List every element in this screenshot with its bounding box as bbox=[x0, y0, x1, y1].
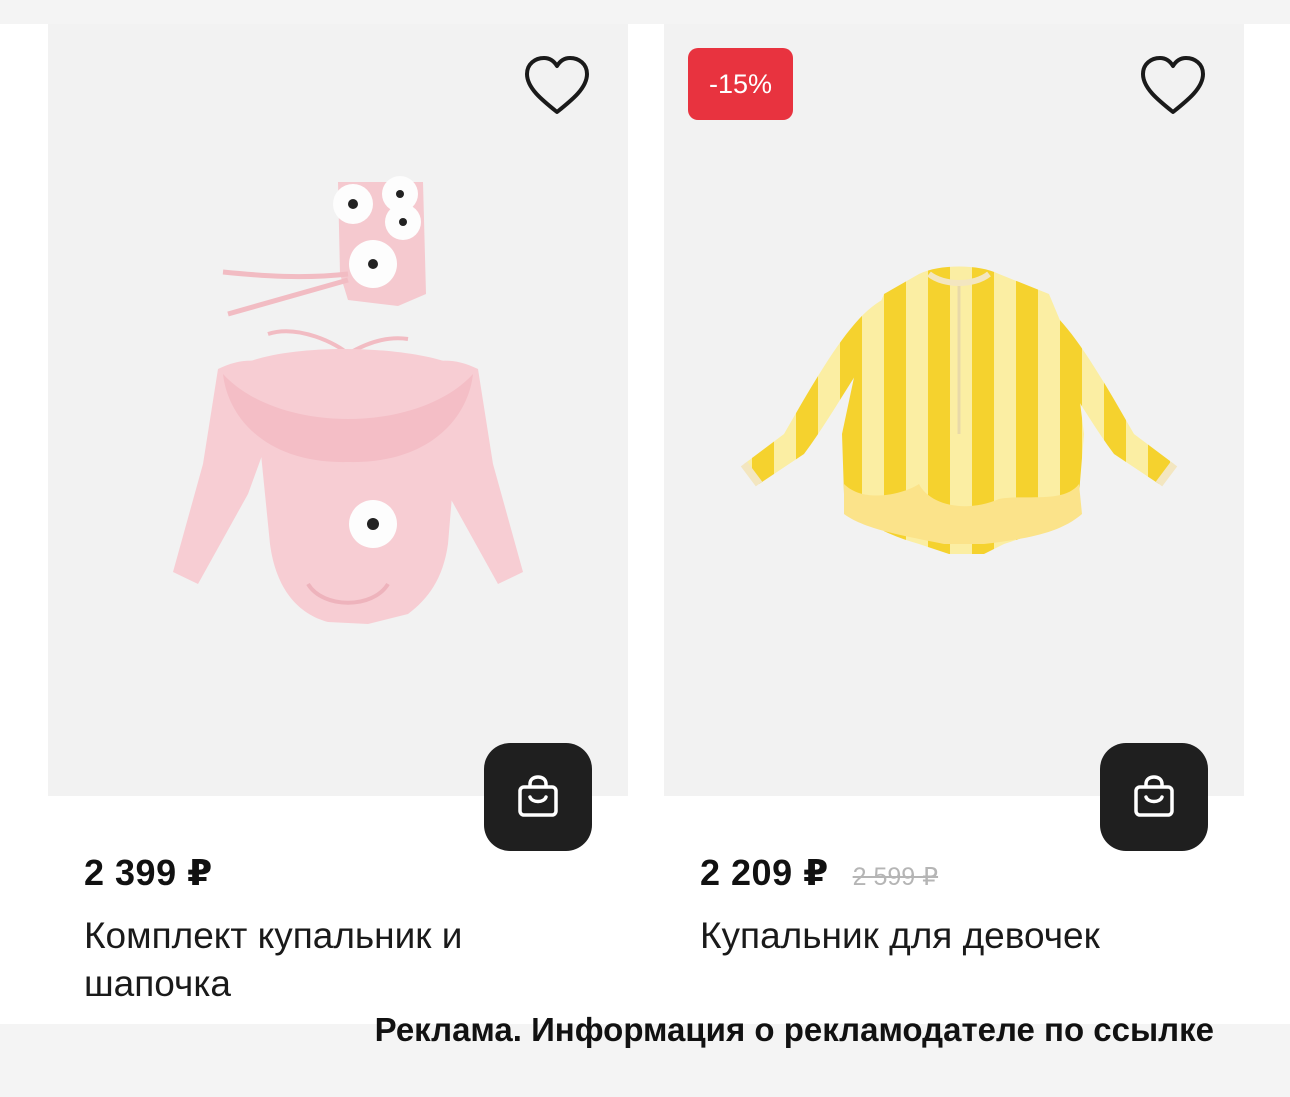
add-to-cart-button[interactable] bbox=[484, 743, 592, 851]
product-title[interactable]: Комплект купальник и шапочка bbox=[84, 912, 604, 1008]
heart-outline-icon bbox=[1141, 56, 1205, 114]
product-grid-screen: 2 399 ₽ Комплект купальник и шапочка -15… bbox=[0, 0, 1290, 1097]
favorite-button[interactable] bbox=[1138, 54, 1208, 118]
product-price: 2 399 ₽ bbox=[84, 852, 213, 893]
top-divider bbox=[0, 0, 1290, 24]
old-price: 2 599 ₽ bbox=[852, 863, 939, 891]
shopping-bag-icon bbox=[518, 775, 558, 817]
ad-disclaimer-link[interactable]: Реклама. Информация о рекламодателе по с… bbox=[375, 1011, 1214, 1049]
product-price: 2 209 ₽ bbox=[700, 852, 829, 893]
product-image-swim-set[interactable] bbox=[48, 24, 628, 796]
yellow-striped-swimsuit-image bbox=[740, 266, 1178, 554]
product-card-swimsuit[interactable]: -15% 2 209 ₽ 2 599 ₽ Купальник для девоч… bbox=[664, 24, 1244, 1024]
product-title[interactable]: Купальник для девочек bbox=[700, 912, 1220, 960]
heart-outline-icon bbox=[525, 56, 589, 114]
product-image-swimsuit[interactable]: -15% bbox=[664, 24, 1244, 796]
discount-badge: -15% bbox=[688, 48, 793, 120]
yellow-swimsuit-illustration bbox=[740, 266, 1178, 554]
pink-swimsuit-with-hat-image bbox=[173, 176, 523, 624]
add-to-cart-button[interactable] bbox=[1100, 743, 1208, 851]
price-row: 2 399 ₽ bbox=[84, 852, 213, 898]
swim-cap-illustration bbox=[222, 176, 426, 317]
shopping-bag-icon bbox=[1134, 775, 1174, 817]
price-row: 2 209 ₽ 2 599 ₽ bbox=[700, 852, 938, 898]
pink-swimsuit-illustration bbox=[173, 349, 523, 624]
favorite-button[interactable] bbox=[522, 54, 592, 118]
product-card-swim-set[interactable]: 2 399 ₽ Комплект купальник и шапочка bbox=[48, 24, 628, 1024]
